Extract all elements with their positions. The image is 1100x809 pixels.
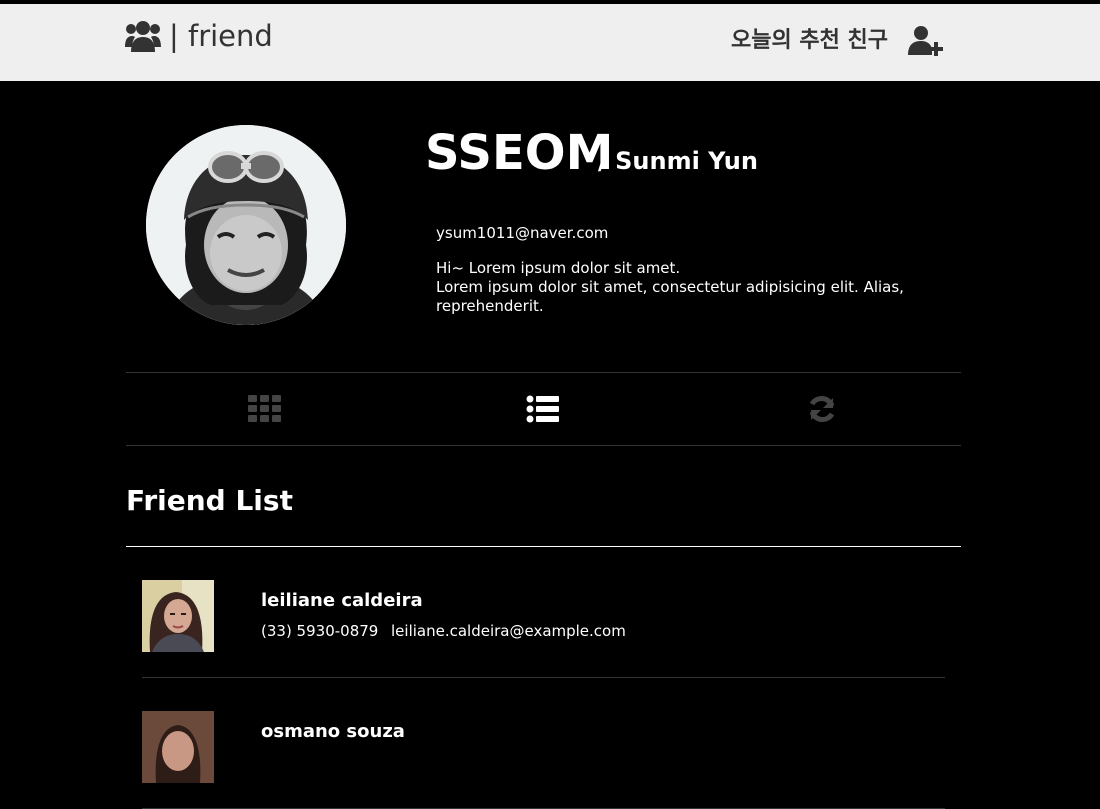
refresh-icon (807, 394, 837, 424)
nav-right: 오늘의 추천 친구 (731, 24, 946, 58)
friend-phone: (33) 5930-0879 (261, 622, 379, 640)
friend-photo (142, 711, 214, 783)
list-item[interactable]: osmano souza (142, 678, 945, 809)
brand-link[interactable]: | friend (125, 18, 273, 54)
friend-photo (142, 580, 214, 652)
brand-text: | friend (169, 19, 273, 53)
friend-list: leiliane caldeira (33) 5930-0879 leilian… (126, 547, 961, 809)
profile-section: SSEOM / Sunmi Yun ysum1011@naver.com Hi~… (0, 81, 1100, 371)
bio-line: Hi~ Lorem ipsum dolor sit amet. (436, 259, 681, 277)
view-tabs (126, 372, 961, 446)
tab-list-view[interactable] (404, 373, 682, 445)
tab-refresh[interactable] (683, 373, 961, 445)
profile-nickname: SSEOM (425, 125, 614, 181)
friend-list-title: Friend List (126, 484, 293, 517)
profile-realname: / Sunmi Yun (598, 147, 758, 175)
user-plus-icon[interactable] (908, 25, 946, 57)
users-icon (125, 19, 161, 53)
grid-icon (248, 395, 282, 423)
bio-line: Lorem ipsum dolor sit amet, consectetur … (436, 278, 904, 315)
profile-bio: Hi~ Lorem ipsum dolor sit amet. Lorem ip… (436, 259, 996, 316)
recommend-friends-link[interactable]: 오늘의 추천 친구 (731, 24, 888, 58)
list-icon (526, 395, 560, 423)
friend-email: leiliane.caldeira@example.com (391, 622, 626, 640)
profile-email: ysum1011@naver.com (436, 224, 609, 242)
list-item[interactable]: leiliane caldeira (33) 5930-0879 leilian… (142, 547, 945, 678)
tab-grid-view[interactable] (126, 373, 404, 445)
profile-avatar (146, 125, 346, 325)
friend-name: leiliane caldeira (261, 590, 423, 611)
navbar: | friend 오늘의 추천 친구 (0, 4, 1100, 81)
